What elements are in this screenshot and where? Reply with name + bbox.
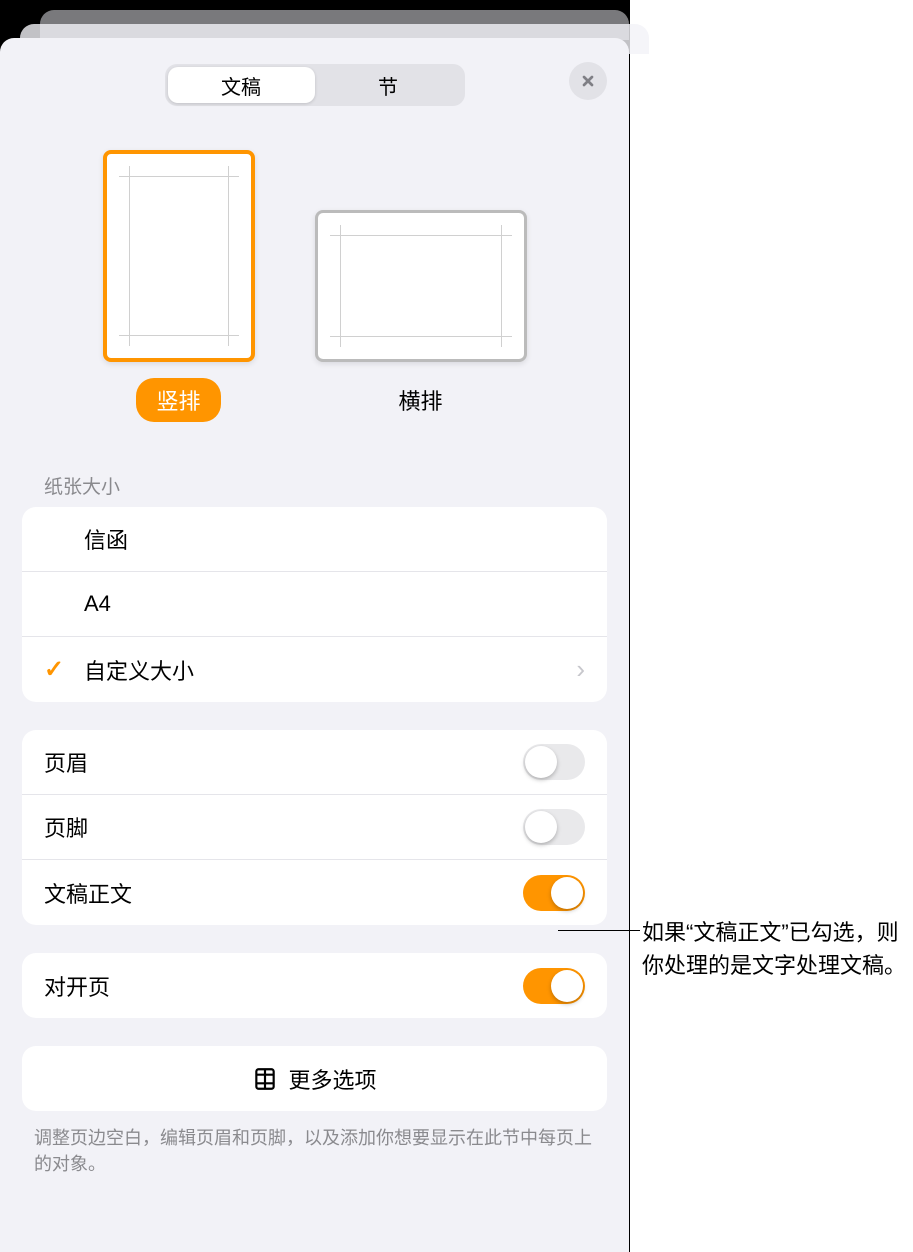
close-icon (580, 73, 596, 89)
panel-header: 文稿 节 (22, 60, 607, 110)
header-toggle[interactable] (523, 744, 585, 780)
checkmark-icon: ✓ (44, 655, 84, 684)
paper-size-option-a4[interactable]: ✓ A4 (22, 572, 607, 637)
orientation-portrait-option[interactable]: 竖排 (103, 150, 255, 422)
paper-size-list: ✓ 信函 ✓ A4 ✓ 自定义大小 › (22, 507, 607, 702)
facing-pages-label: 对开页 (44, 970, 523, 1002)
tab-document[interactable]: 文稿 (168, 67, 315, 103)
document-body-toggle-row: 文稿正文 (22, 860, 607, 925)
document-body-label: 文稿正文 (44, 877, 523, 909)
header-toggle-row: 页眉 (22, 730, 607, 795)
layout-grid-icon (252, 1066, 278, 1092)
portrait-label: 竖排 (136, 378, 220, 422)
footer-toggle[interactable] (523, 809, 585, 845)
footer-toggle-row: 页脚 (22, 795, 607, 860)
header-label: 页眉 (44, 746, 523, 778)
chevron-right-icon: › (576, 654, 585, 685)
footer-label: 页脚 (44, 811, 523, 843)
landscape-preview-icon (315, 210, 527, 362)
facing-pages-toggle[interactable] (523, 968, 585, 1004)
paper-size-section-label: 纸张大小 (44, 472, 607, 499)
document-body-toggle[interactable] (523, 875, 585, 911)
more-options-button[interactable]: 更多选项 (22, 1046, 607, 1111)
more-options-footer-text: 调整页边空白，编辑页眉和页脚，以及添加你想要显示在此节中每页上的对象。 (34, 1125, 595, 1177)
document-settings-panel: 文稿 节 竖排 横排 纸张大小 ✓ 信函 (0, 38, 629, 1252)
tab-segmented-control: 文稿 节 (165, 64, 465, 106)
orientation-landscape-option[interactable]: 横排 (315, 150, 527, 422)
facing-pages-toggle-row: 对开页 (22, 953, 607, 1018)
callout-text: 如果“文稿正文”已勾选，则你处理的是文字处理文稿。 (640, 914, 913, 984)
close-button[interactable] (569, 62, 607, 100)
portrait-preview-icon (103, 150, 255, 362)
orientation-row: 竖排 横排 (22, 150, 607, 422)
paper-size-option-label: A4 (84, 591, 585, 617)
tab-section[interactable]: 节 (315, 67, 462, 103)
paper-size-option-custom[interactable]: ✓ 自定义大小 › (22, 637, 607, 702)
landscape-label: 横排 (378, 378, 462, 422)
header-footer-group: 页眉 页脚 文稿正文 (22, 730, 607, 925)
paper-size-option-label: 信函 (84, 523, 585, 555)
paper-size-option-label: 自定义大小 (84, 654, 576, 686)
facing-pages-group: 对开页 (22, 953, 607, 1018)
callout-leader-line (558, 930, 640, 931)
paper-size-option-letter[interactable]: ✓ 信函 (22, 507, 607, 572)
more-options-label: 更多选项 (288, 1063, 376, 1095)
